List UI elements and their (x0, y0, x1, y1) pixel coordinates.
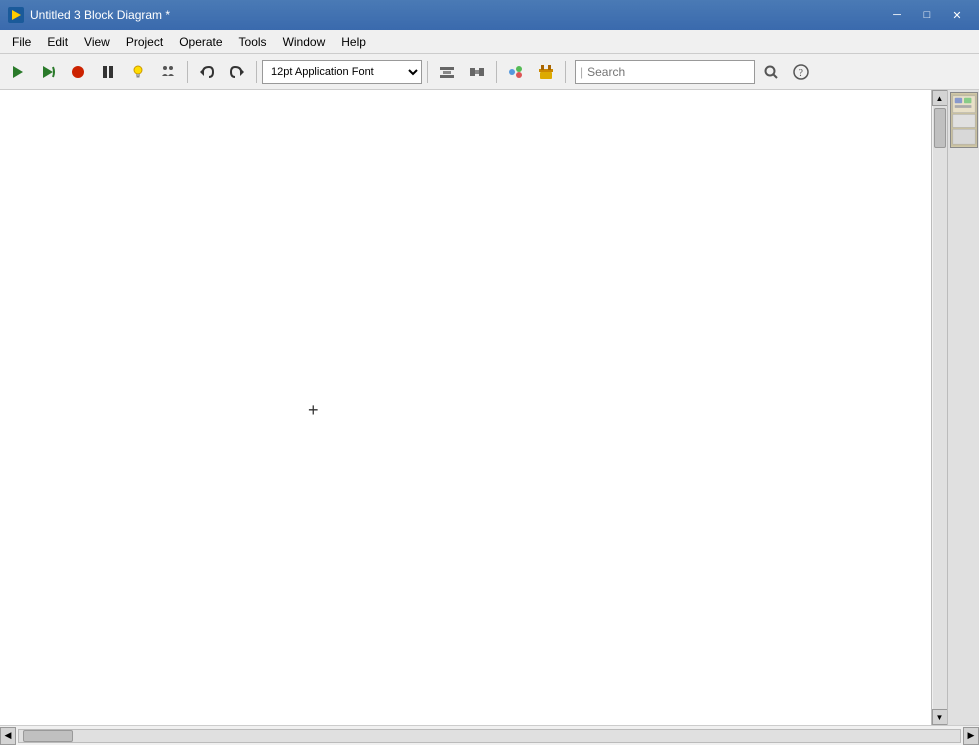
separator-1 (187, 61, 188, 83)
menu-edit[interactable]: Edit (39, 30, 76, 53)
help-button[interactable]: ? (787, 58, 815, 86)
search-button[interactable] (757, 58, 785, 86)
font-selector[interactable]: 12pt Application Font (262, 60, 422, 84)
title-text: Untitled 3 Block Diagram * (30, 8, 170, 22)
vertical-scrollbar: ▲ ▼ (931, 90, 947, 725)
cursor-crosshair: + (308, 400, 319, 421)
undo-button[interactable] (193, 58, 221, 86)
align-button[interactable] (433, 58, 461, 86)
run-continuous-button[interactable] (34, 58, 62, 86)
help-icon: ? (793, 64, 809, 80)
menu-project[interactable]: Project (118, 30, 171, 53)
distribute-icon (468, 63, 486, 81)
separator-5 (565, 61, 566, 83)
run-icon (10, 64, 26, 80)
scroll-down-button[interactable]: ▼ (932, 709, 948, 725)
distribute-button[interactable] (463, 58, 491, 86)
scroll-up-button[interactable]: ▲ (932, 90, 948, 106)
search-icon (763, 64, 779, 80)
menu-window[interactable]: Window (275, 30, 334, 53)
scroll-right-button[interactable]: ▶ (963, 727, 979, 745)
menu-file[interactable]: File (4, 30, 39, 53)
menu-operate[interactable]: Operate (171, 30, 230, 53)
separator-4 (496, 61, 497, 83)
right-panel (947, 90, 979, 725)
main-content: + ▲ ▼ (0, 90, 979, 725)
title-bar: Untitled 3 Block Diagram * ─ □ ✕ (0, 0, 979, 30)
menu-bar: File Edit View Project Operate Tools Win… (0, 30, 979, 54)
abort-button[interactable] (64, 58, 92, 86)
h-scroll-thumb[interactable] (23, 730, 73, 742)
reorder-button[interactable] (502, 58, 530, 86)
highlight-icon (130, 64, 146, 80)
window-controls: ─ □ ✕ (883, 5, 971, 25)
run-button[interactable] (4, 58, 32, 86)
separator-2 (256, 61, 257, 83)
panel-thumbnail[interactable] (950, 92, 978, 148)
redo-button[interactable] (223, 58, 251, 86)
pause-button[interactable] (94, 58, 122, 86)
svg-text:?: ? (799, 68, 804, 79)
highlight-button[interactable] (124, 58, 152, 86)
stepover-button[interactable] (154, 58, 182, 86)
search-separator-line: | (580, 65, 583, 79)
tools-icon (537, 63, 555, 81)
menu-tools[interactable]: Tools (231, 30, 275, 53)
align-icon (438, 63, 456, 81)
toolbar: 12pt Application Font (0, 54, 979, 90)
reorder-icon (507, 63, 525, 81)
tools-button[interactable] (532, 58, 560, 86)
separator-3 (427, 61, 428, 83)
redo-icon (229, 64, 245, 80)
v-scroll-thumb[interactable] (934, 108, 946, 148)
run-continuous-icon (40, 64, 56, 80)
pause-icon (100, 64, 116, 80)
scroll-left-button[interactable]: ◀ (0, 727, 16, 745)
search-box-area: | (575, 60, 755, 84)
canvas-area[interactable]: + (0, 90, 931, 725)
minimize-button[interactable]: ─ (883, 5, 911, 25)
bottom-scrollbar: ◀ ▶ (0, 725, 979, 745)
search-input[interactable] (587, 65, 687, 79)
v-scroll-track (933, 106, 947, 709)
stepover-icon (160, 64, 176, 80)
abort-icon (70, 64, 86, 80)
app-icon (8, 7, 24, 23)
menu-view[interactable]: View (76, 30, 118, 53)
maximize-button[interactable]: □ (913, 5, 941, 25)
close-button[interactable]: ✕ (943, 5, 971, 25)
h-scroll-track (18, 729, 961, 743)
title-left: Untitled 3 Block Diagram * (8, 7, 170, 23)
menu-help[interactable]: Help (333, 30, 374, 53)
undo-icon (199, 64, 215, 80)
